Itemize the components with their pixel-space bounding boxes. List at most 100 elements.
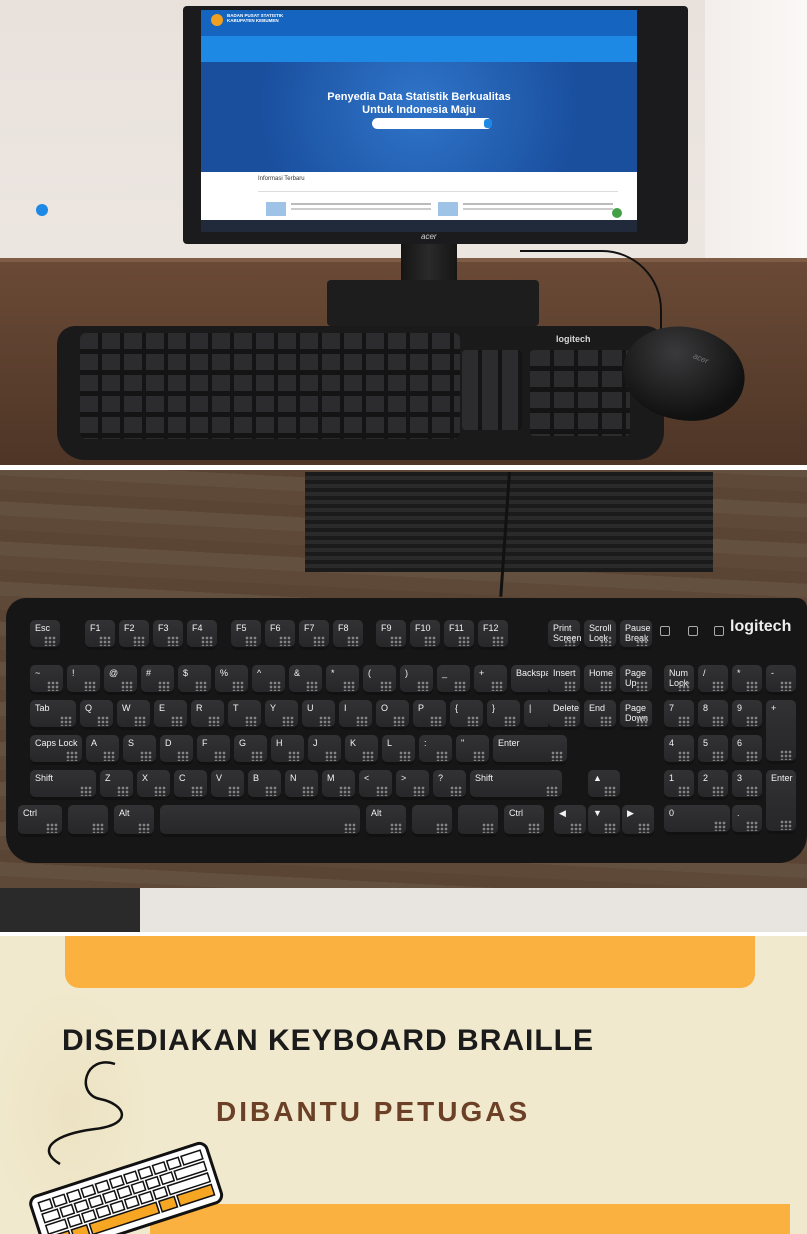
website-hero xyxy=(201,62,637,172)
key: ^ xyxy=(252,665,285,695)
key-label: " xyxy=(461,738,465,748)
braille-dots-icon xyxy=(570,823,582,833)
key-label: Ctrl xyxy=(23,808,37,818)
braille-dots-icon xyxy=(746,716,758,726)
key: 1 xyxy=(664,770,694,800)
floor xyxy=(0,888,807,932)
key-label: ▼ xyxy=(593,808,602,818)
key-label: F5 xyxy=(236,623,247,633)
key: ? xyxy=(433,770,466,800)
key: F8 xyxy=(333,620,363,650)
braille-dots-icon xyxy=(245,716,257,726)
braille-dots-icon xyxy=(546,786,558,796)
braille-dots-icon xyxy=(712,716,724,726)
key-label: ◀ xyxy=(559,808,566,818)
braille-dots-icon xyxy=(376,786,388,796)
braille-dots-icon xyxy=(84,681,96,691)
key: 2 xyxy=(698,770,728,800)
key: C xyxy=(174,770,207,800)
key xyxy=(412,805,452,837)
braille-dots-icon xyxy=(413,786,425,796)
key-label: ) xyxy=(405,668,408,678)
key-label: R xyxy=(196,703,203,713)
braille-dots-icon xyxy=(195,681,207,691)
key: 7 xyxy=(664,700,694,730)
section-title: Informasi Terbaru xyxy=(258,176,305,182)
banner-top-shape xyxy=(65,936,755,988)
braille-dots-icon xyxy=(251,751,263,761)
key-label: & xyxy=(294,668,301,678)
key-label: W xyxy=(122,703,131,713)
key-label: End xyxy=(589,703,606,713)
key: F10 xyxy=(410,620,440,650)
key: Q xyxy=(80,700,113,730)
chat-icon xyxy=(36,204,48,216)
braille-dots-icon xyxy=(356,716,368,726)
key: - xyxy=(766,665,796,695)
braille-dots-icon xyxy=(714,821,726,831)
keyboard-brand: logitech xyxy=(730,618,792,635)
braille-dots-icon xyxy=(712,751,724,761)
braille-dots-icon xyxy=(780,681,792,691)
key: 5 xyxy=(698,735,728,765)
braille-dots-icon xyxy=(46,823,58,833)
key: K xyxy=(345,735,378,765)
key-label: F7 xyxy=(304,623,315,633)
led-indicator-icon xyxy=(688,626,698,636)
braille-dots-icon xyxy=(228,786,240,796)
braille-dots-icon xyxy=(171,716,183,726)
key-label: F9 xyxy=(381,623,392,633)
key-label: Alt xyxy=(119,808,130,818)
key-label: Insert xyxy=(553,668,576,678)
key: Enter xyxy=(493,735,567,765)
taskbar xyxy=(201,220,637,232)
braille-dots-icon xyxy=(678,681,690,691)
key: Delete xyxy=(548,700,580,730)
braille-dots-icon xyxy=(604,823,616,833)
key: I xyxy=(339,700,372,730)
braille-dots-icon xyxy=(140,751,152,761)
led-indicator-icon xyxy=(714,626,724,636)
key-label: + xyxy=(771,703,777,713)
key: P xyxy=(413,700,446,730)
key-label: ! xyxy=(72,668,75,678)
braille-dots-icon xyxy=(399,751,411,761)
key-label: / xyxy=(703,668,706,678)
key-label: _ xyxy=(442,668,448,678)
key-label: Z xyxy=(105,773,111,783)
key-label: > xyxy=(401,773,407,783)
key-label: E xyxy=(159,703,166,713)
key-label: # xyxy=(146,668,152,678)
key: * xyxy=(732,665,762,695)
key: A xyxy=(86,735,119,765)
key: F9 xyxy=(376,620,406,650)
news-thumbnail xyxy=(438,202,458,216)
key-label: . xyxy=(737,808,740,818)
key: X xyxy=(137,770,170,800)
key-label: L xyxy=(387,738,393,748)
braille-dots-icon xyxy=(454,681,466,691)
key: > xyxy=(396,770,429,800)
key: + xyxy=(766,700,796,764)
key xyxy=(68,805,108,837)
braille-dots-icon xyxy=(97,716,109,726)
key: R xyxy=(191,700,224,730)
key-label: T xyxy=(233,703,239,713)
braille-dots-icon xyxy=(780,750,792,760)
braille-dots-icon xyxy=(504,716,516,726)
key-label: X xyxy=(142,773,149,783)
key: T xyxy=(228,700,261,730)
keyboard-nav-keys xyxy=(462,350,522,430)
braille-dots-icon xyxy=(121,681,133,691)
braille-dots-icon xyxy=(636,681,648,691)
braille-dots-icon xyxy=(343,681,355,691)
key-label: Enter xyxy=(498,738,520,748)
braille-dots-icon xyxy=(177,751,189,761)
key: Z xyxy=(100,770,133,800)
braille-dots-icon xyxy=(638,823,650,833)
key-label: F8 xyxy=(338,623,349,633)
key-label: N xyxy=(290,773,297,783)
braille-dots-icon xyxy=(564,716,576,726)
braille-dots-icon xyxy=(347,636,359,646)
key-label: P xyxy=(418,703,425,713)
